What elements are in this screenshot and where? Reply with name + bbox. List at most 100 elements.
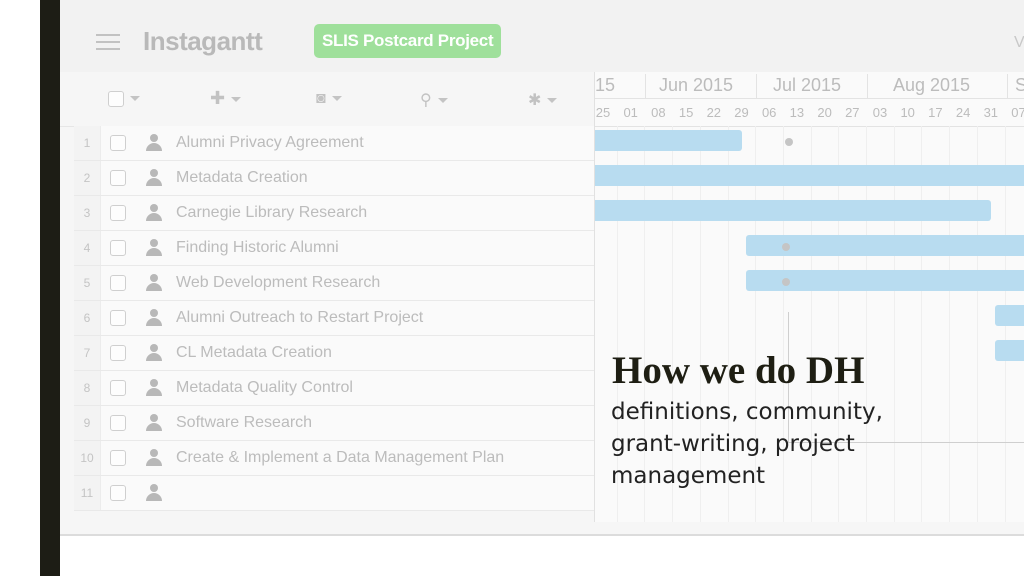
topbar-right-truncated: V [1014,34,1024,51]
assignee-icon[interactable] [146,204,162,222]
gantt-bar[interactable] [595,130,742,151]
dependency-handle[interactable] [782,278,790,286]
plus-icon: ✚ [210,88,226,108]
chevron-down-icon [547,98,558,104]
assignee-icon[interactable] [146,169,162,187]
table-row[interactable]: 6 Alumni Outreach to Restart Project [74,301,594,336]
row-checkbox[interactable] [110,345,126,361]
task-name[interactable]: Software Research [176,406,312,440]
assignee-icon[interactable] [146,134,162,152]
magnifier-icon: ⚲ [420,92,432,109]
chevron-down-icon [231,96,242,102]
table-row[interactable]: 7 CL Metadata Creation [74,336,594,371]
table-row[interactable]: 3 Carnegie Library Research [74,196,594,231]
dependency-handle[interactable] [785,138,793,146]
zoom-button[interactable]: ⚲ [420,90,448,109]
task-name[interactable]: Create & Implement a Data Management Pla… [176,441,504,475]
week-label: 24 [955,105,971,120]
row-number: 8 [74,371,101,405]
month-label: Jul 2015 [773,75,842,95]
task-name[interactable]: Metadata Creation [176,161,308,195]
task-name[interactable]: Carnegie Library Research [176,196,367,230]
assignee-icon[interactable] [146,449,162,467]
month-separator [645,74,646,98]
dependency-handle[interactable] [782,243,790,251]
table-row[interactable]: 10 Create & Implement a Data Management … [74,441,594,476]
table-row[interactable]: 1 Alumni Privacy Agreement [74,126,594,161]
week-label: 08 [651,105,666,120]
hamburger-menu-icon[interactable] [96,34,120,52]
month-separator [756,74,757,98]
row-number: 4 [74,231,101,265]
week-label: 27 [845,105,860,120]
month-header: 15 Jun 2015 Jul 2015 Aug 2015 S [595,72,1024,99]
assignee-icon[interactable] [146,414,162,432]
task-name[interactable]: Alumni Outreach to Restart Project [176,301,423,335]
task-toolbar: ✚ ◙ ⚲ ✱ [60,72,594,127]
gantt-bar[interactable] [595,165,1024,186]
table-row[interactable]: 5 Web Development Research [74,266,594,301]
table-row[interactable]: 9 Software Research [74,406,594,441]
week-label: 03 [872,105,888,120]
camera-icon: ◙ [316,90,326,107]
row-number: 9 [74,406,101,440]
assignee-icon[interactable] [146,274,162,292]
row-checkbox[interactable] [110,240,126,256]
week-label: 10 [900,105,915,120]
row-checkbox[interactable] [110,205,126,221]
app-title: Instagantt [143,26,263,56]
assignee-icon[interactable] [146,379,162,397]
row-checkbox[interactable] [110,275,126,291]
row-number: 2 [74,161,101,195]
slide-title: How we do DH [612,349,865,392]
assignee-icon[interactable] [146,344,162,362]
week-label: 07 [1011,105,1024,120]
week-label: 06 [761,105,777,120]
row-checkbox[interactable] [110,415,126,431]
week-label: 15 [678,105,694,120]
snapshot-button[interactable]: ◙ [316,90,342,108]
month-label: S [1015,72,1024,98]
week-label: 22 [706,105,722,120]
row-number: 10 [74,441,101,475]
assignee-icon[interactable] [146,484,162,502]
month-separator [867,74,868,98]
table-row[interactable]: 8 Metadata Quality Control [74,371,594,406]
add-task-button[interactable]: ✚ [210,88,242,108]
row-checkbox[interactable] [110,485,126,501]
chevron-down-icon [437,98,448,104]
settings-button[interactable]: ✱ [528,90,558,109]
row-number: 5 [74,266,101,300]
week-label: 13 [789,105,805,120]
row-checkbox[interactable] [110,135,126,151]
week-label: 20 [817,105,832,120]
table-row[interactable]: 4 Finding Historic Alumni [74,231,594,266]
gantt-bar[interactable] [994,340,1024,361]
task-name[interactable]: CL Metadata Creation [176,336,332,370]
month-label: 15 [595,75,616,95]
assignee-icon[interactable] [146,309,162,327]
row-checkbox[interactable] [110,170,126,186]
chevron-down-icon [130,96,140,102]
gantt-bar[interactable] [994,305,1024,326]
select-all-checkbox[interactable] [108,90,140,108]
gantt-bar[interactable] [595,200,991,221]
task-name[interactable]: Web Development Research [176,266,380,300]
task-name[interactable]: Alumni Privacy Agreement [176,126,364,160]
row-number: 11 [74,476,101,510]
table-row[interactable]: 11 [74,476,594,511]
task-name[interactable]: Finding Historic Alumni [176,231,339,265]
month-separator [1007,74,1008,98]
row-checkbox[interactable] [110,380,126,396]
row-number: 3 [74,196,101,230]
assignee-icon[interactable] [146,239,162,257]
table-row[interactable]: 2 Metadata Creation [74,161,594,196]
project-badge[interactable]: SLIS Postcard Project [314,24,502,58]
week-label: 01 [623,105,638,120]
week-label: 17 [928,105,943,120]
week-label: 29 [734,105,749,120]
row-checkbox[interactable] [110,450,126,466]
row-checkbox[interactable] [110,310,126,326]
slide-subtitle: definitions, community, grant-writing, p… [611,399,883,489]
task-name[interactable]: Metadata Quality Control [176,371,353,405]
